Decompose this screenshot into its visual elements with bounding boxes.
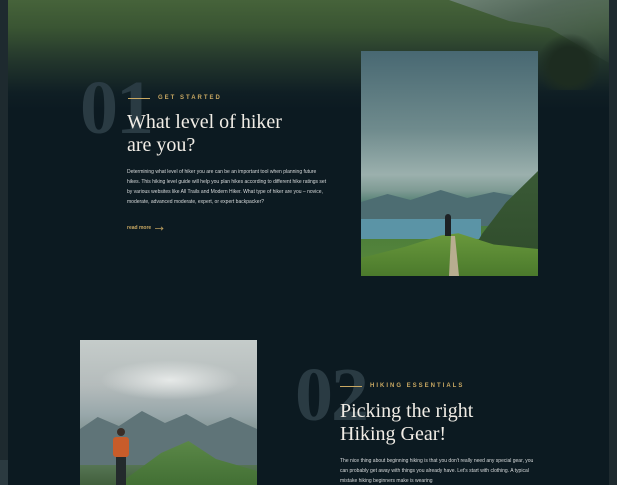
left-edge (0, 0, 8, 485)
section-body: Determining what level of hiker you are … (127, 169, 327, 205)
eyebrow-label: HIKING ESSENTIALS (370, 383, 465, 389)
cloud (100, 360, 240, 400)
section-body: The nice thing about beginning hiking is… (340, 458, 534, 484)
backpack (113, 437, 129, 457)
section-eyebrow: GET STARTED (128, 95, 222, 101)
section-title: What level of hiker are you? (127, 111, 337, 157)
eyebrow-line (128, 97, 150, 99)
read-more-link[interactable]: read more (127, 225, 164, 231)
tree-silhouette (539, 30, 599, 90)
hiker-head (117, 428, 125, 436)
title-line: are you? (127, 134, 196, 156)
hiker-ridge-photo (361, 51, 538, 276)
hiker-backpack-photo (80, 340, 257, 485)
eyebrow-line (340, 385, 362, 387)
title-line: Hiking Gear! (340, 423, 447, 445)
hiker-figure (445, 214, 451, 236)
hiker-figure (110, 428, 132, 485)
hiker-legs (116, 457, 126, 485)
title-line: Picking the right (340, 400, 474, 422)
arrow-right-icon (155, 226, 164, 230)
side-tab[interactable] (0, 460, 8, 485)
eyebrow-label: GET STARTED (158, 95, 222, 101)
title-line: What level of hiker (127, 111, 282, 133)
right-edge (609, 0, 617, 485)
section-title: Picking the right Hiking Gear! (340, 400, 550, 446)
section-eyebrow: HIKING ESSENTIALS (340, 383, 464, 389)
page: 01 GET STARTED What level of hiker are y… (8, 0, 609, 485)
read-more-label: read more (127, 225, 152, 231)
